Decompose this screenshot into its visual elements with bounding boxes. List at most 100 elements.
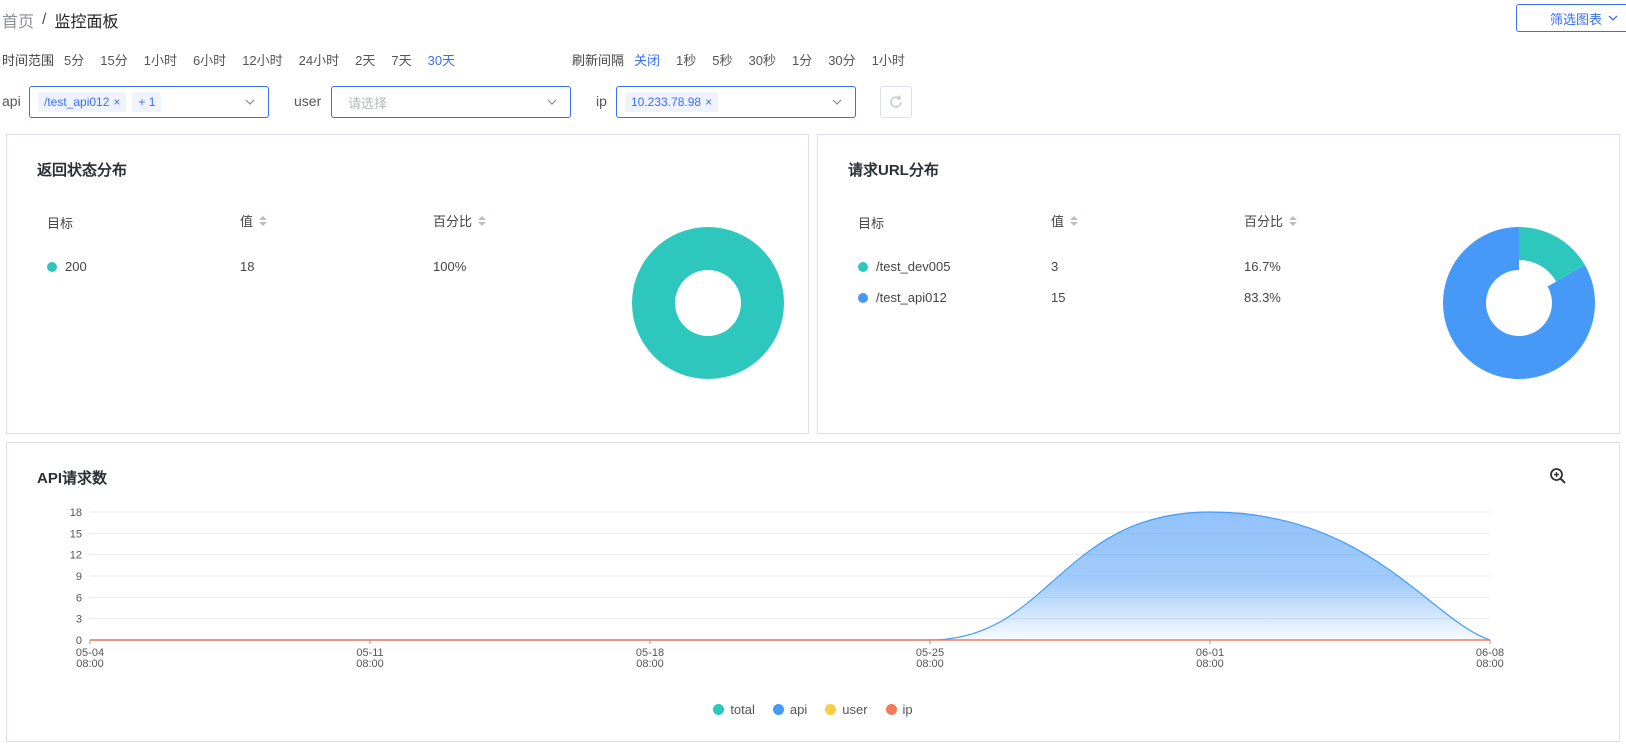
legend-dot: [885, 704, 897, 715]
time-range-label: 时间范围: [2, 53, 55, 68]
page-title: 监控面板: [54, 14, 119, 31]
row-percent: 83.3%: [1244, 290, 1281, 305]
chevron-down-icon: [245, 99, 255, 105]
time-range-option[interactable]: 12小时: [242, 50, 282, 69]
refresh-interval-group: 刷新间隔 关闭 1秒 5秒 30秒 1分 30分 1小时: [572, 50, 921, 69]
status-donut-chart: [632, 227, 784, 379]
api-requests-chart: 036912151805-0408:0005-1108:0005-1808:00…: [70, 507, 1504, 670]
breadcrumb-separator: /: [42, 11, 47, 28]
zoom-in-icon[interactable]: [1549, 467, 1567, 485]
api-panel-title: API请求数: [37, 470, 108, 487]
api-filter-label: api: [2, 93, 21, 109]
col-value-label: 值: [240, 214, 254, 229]
ip-select[interactable]: 10.233.78.98 ×: [616, 86, 856, 118]
refresh-interval-option[interactable]: 30秒: [749, 50, 776, 69]
legend-label: ip: [902, 702, 913, 717]
row-target: /test_api012: [876, 290, 947, 305]
tag-close-icon[interactable]: ×: [705, 92, 712, 112]
row-target: /test_dev005: [876, 259, 951, 274]
table-row: /test_dev005: [858, 259, 950, 274]
legend-dot: [858, 293, 868, 303]
api-select[interactable]: /test_api012 × + 1: [29, 86, 269, 118]
ip-tag-label: 10.233.78.98: [631, 95, 702, 109]
row-value: 15: [1051, 290, 1066, 305]
sort-icon: [259, 215, 268, 226]
refresh-icon: [890, 95, 902, 108]
refresh-interval-options: 关闭 1秒 5秒 30秒 1分 30分 1小时: [634, 50, 921, 69]
x-tick-label: 08:00: [356, 658, 384, 670]
legend-dot: [858, 262, 868, 272]
y-tick-label: 9: [76, 571, 82, 583]
row-value: 18: [240, 259, 255, 274]
legend-item-api[interactable]: api: [772, 702, 808, 717]
tag-close-icon[interactable]: ×: [113, 92, 120, 112]
legend-label: api: [789, 702, 808, 717]
time-range-option[interactable]: 6小时: [193, 50, 226, 69]
chart-legend: total api user ip: [0, 702, 1626, 717]
legend-item-ip[interactable]: ip: [885, 702, 913, 717]
breadcrumb-home[interactable]: 首页: [2, 8, 34, 32]
status-panel-title: 返回状态分布: [37, 162, 128, 179]
refresh-interval-option[interactable]: 关闭: [634, 50, 660, 69]
col-value-label: 值: [1051, 214, 1065, 229]
y-tick-label: 6: [76, 592, 82, 604]
time-range-option[interactable]: 1小时: [144, 50, 177, 69]
time-range-option[interactable]: 15分: [100, 50, 127, 69]
x-tick-label: 08:00: [916, 658, 944, 670]
url-donut-chart: [1443, 227, 1595, 379]
filter-charts-label: 筛选图表: [1549, 11, 1602, 27]
legend-dot: [825, 704, 837, 715]
chevron-down-icon: [832, 99, 842, 105]
time-range-option[interactable]: 2天: [355, 50, 375, 69]
legend-dot: [772, 704, 784, 715]
ip-filter-label: ip: [596, 93, 607, 109]
col-value[interactable]: 值: [1051, 211, 1079, 230]
col-percent-label: 百分比: [1244, 214, 1284, 229]
user-select-placeholder: 请选择: [348, 95, 388, 111]
time-range-option[interactable]: 5分: [64, 50, 84, 69]
refresh-interval-option[interactable]: 1分: [792, 50, 812, 69]
api-tag-label: /test_api012: [44, 95, 110, 109]
refresh-interval-option[interactable]: 1小时: [872, 50, 905, 69]
row-target: 200: [65, 259, 87, 274]
col-percent-label: 百分比: [433, 214, 473, 229]
y-tick-label: 12: [70, 550, 82, 562]
refresh-interval-option[interactable]: 30分: [828, 50, 855, 69]
legend-item-user[interactable]: user: [825, 702, 868, 717]
url-distribution-panel: 请求URL分布 目标 值 百分比 /test_dev005 3 16.7% /t…: [817, 134, 1620, 434]
api-more-tag: + 1: [132, 92, 162, 112]
user-select[interactable]: 请选择: [331, 86, 571, 118]
api-tag: /test_api012 ×: [38, 92, 127, 112]
legend-label: total: [730, 702, 755, 717]
col-percent[interactable]: 百分比: [433, 211, 487, 230]
y-tick-label: 3: [76, 614, 82, 626]
sort-icon: [478, 215, 487, 226]
status-distribution-panel: 返回状态分布 目标 值 百分比 200 18 100%: [6, 134, 809, 434]
time-range-option[interactable]: 24小时: [299, 50, 339, 69]
y-tick-label: 0: [76, 635, 82, 647]
time-range-option[interactable]: 30天: [428, 50, 455, 69]
legend-label: user: [842, 702, 868, 717]
col-percent[interactable]: 百分比: [1244, 211, 1298, 230]
refresh-interval-label: 刷新间隔: [572, 53, 625, 68]
breadcrumb: 首页 / 监控面板: [2, 8, 118, 32]
pie-slice: [632, 227, 784, 379]
ip-tag: 10.233.78.98 ×: [625, 92, 719, 112]
time-range-option[interactable]: 7天: [391, 50, 411, 69]
col-target-label: 目标: [858, 216, 885, 231]
time-range-group: 时间范围 5分 15分 1小时 6小时 12小时 24小时 2天 7天 30天: [2, 50, 471, 69]
url-panel-title: 请求URL分布: [848, 162, 939, 179]
legend-item-total[interactable]: total: [713, 702, 755, 717]
col-value[interactable]: 值: [240, 211, 268, 230]
x-tick-label: 08:00: [76, 658, 104, 670]
chevron-down-icon: [1608, 15, 1618, 21]
y-tick-label: 15: [70, 528, 82, 540]
chevron-down-icon: [547, 99, 557, 105]
row-value: 3: [1051, 259, 1059, 274]
refresh-button[interactable]: [880, 86, 912, 118]
refresh-interval-option[interactable]: 5秒: [712, 50, 732, 69]
y-tick-label: 18: [70, 507, 82, 519]
refresh-interval-option[interactable]: 1秒: [676, 50, 696, 69]
filter-charts-button[interactable]: 筛选图表: [1516, 4, 1626, 32]
row-percent: 100%: [433, 259, 467, 274]
